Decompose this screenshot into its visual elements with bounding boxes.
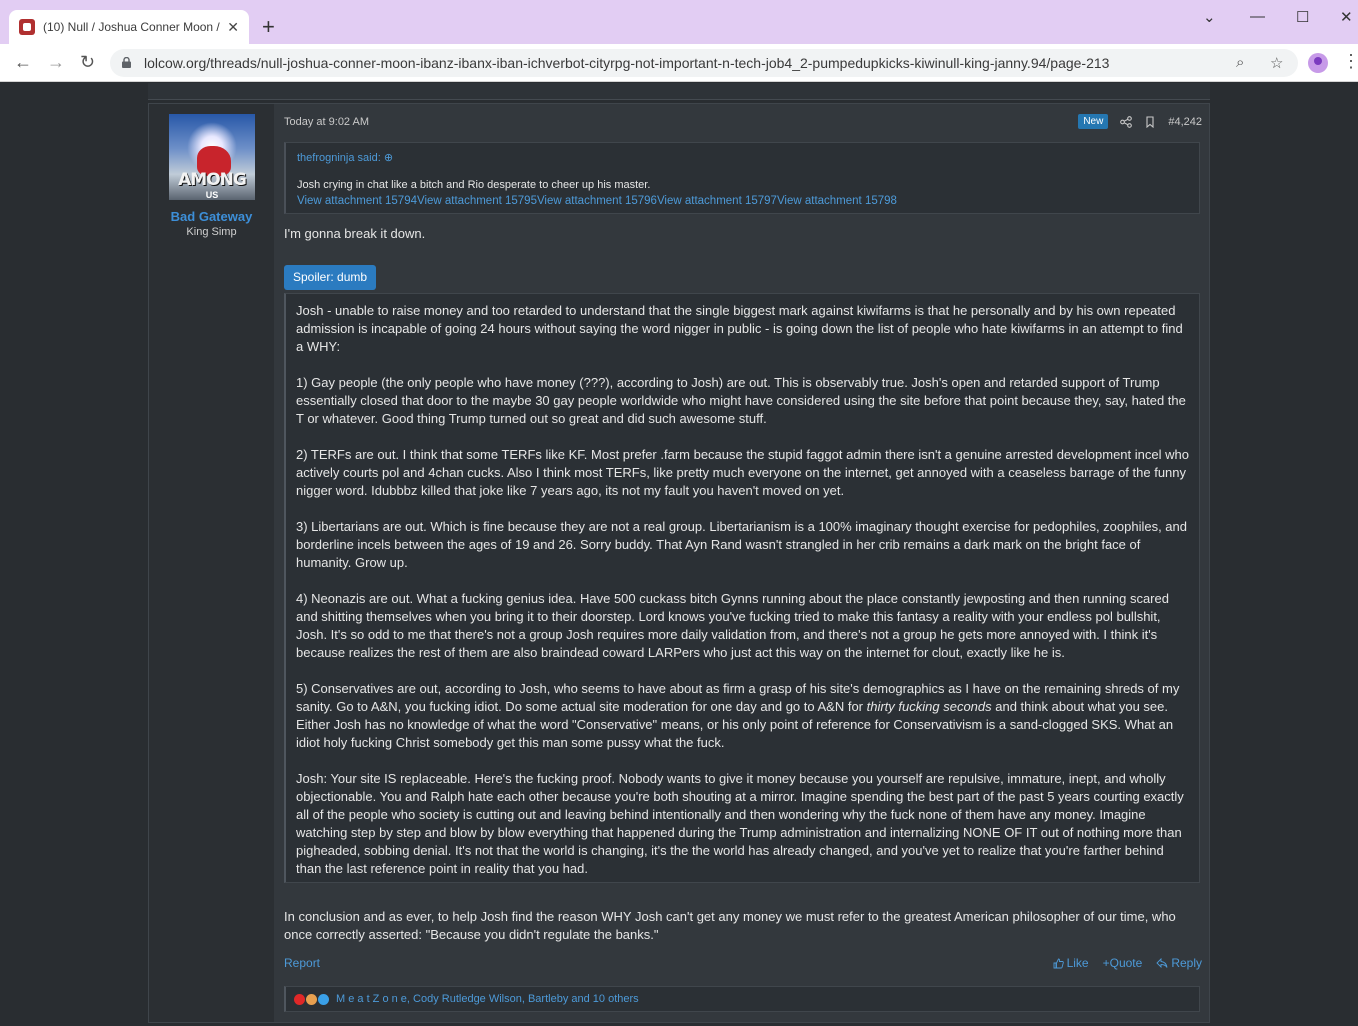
- post-number[interactable]: #4,242: [1168, 116, 1202, 128]
- bookmark-icon[interactable]: [1144, 115, 1156, 128]
- close-window-button[interactable]: ✕: [1340, 8, 1353, 26]
- forum-post: AMONG US Bad Gateway King Simp Today at …: [148, 103, 1210, 1023]
- report-link[interactable]: Report: [284, 956, 320, 970]
- bookmark-star-icon[interactable]: ☆: [1270, 54, 1283, 72]
- quote-block: thefrogninja said: ⊕ Josh crying in chat…: [284, 142, 1200, 214]
- new-badge: New: [1078, 114, 1109, 129]
- previous-post-edge: [148, 83, 1210, 100]
- heart-reaction-icon: [294, 993, 305, 1005]
- tab-search-chevron-icon[interactable]: ⌄: [1203, 8, 1216, 26]
- quote-header[interactable]: thefrogninja said: ⊕: [297, 151, 393, 164]
- post-body: Today at 9:02 AM New #4,242 thefrogninja…: [284, 104, 1202, 1022]
- maximize-button[interactable]: ☐: [1296, 8, 1309, 26]
- reply-label: Reply: [1171, 956, 1202, 970]
- quote-author: thefrogninja said:: [297, 152, 381, 164]
- quote-attachments: View attachment 15794View attachment 157…: [297, 195, 897, 207]
- spoiler-button[interactable]: Spoiler: dumb: [284, 265, 377, 290]
- spoiler-paragraph: 5) Conservatives are out, according to J…: [296, 680, 1189, 752]
- like-button[interactable]: Like: [1053, 956, 1089, 970]
- avatar-logo-text: AMONG: [178, 170, 247, 190]
- minimize-button[interactable]: —: [1250, 8, 1265, 25]
- reactions-list[interactable]: M e a t Z o n e, Cody Rutledge Wilson, B…: [336, 993, 639, 1005]
- tab-title: (10) Null / Joshua Conner Moon /: [43, 20, 220, 34]
- informative-reaction-icon: [318, 993, 329, 1005]
- post-footer-actions: Like +Quote Reply: [1053, 956, 1202, 970]
- reply-icon: [1156, 958, 1168, 968]
- attachment-link[interactable]: View attachment 15797: [657, 195, 777, 207]
- spoiler-content: Josh - unable to raise money and too ret…: [284, 293, 1200, 883]
- author-username[interactable]: Bad Gateway: [149, 209, 274, 224]
- quote-button[interactable]: +Quote: [1103, 956, 1143, 970]
- share-icon[interactable]: [1120, 115, 1133, 128]
- browser-toolbar: ← → ↻ lolcow.org/threads/null-joshua-con…: [0, 44, 1358, 82]
- browser-tab[interactable]: (10) Null / Joshua Conner Moon / ✕: [9, 10, 249, 44]
- post-user-column: AMONG US Bad Gateway King Simp: [149, 104, 274, 1022]
- spoiler-paragraph: 2) TERFs are out. I think that some TERF…: [296, 447, 1189, 498]
- url-text: lolcow.org/threads/null-joshua-conner-mo…: [144, 55, 1110, 71]
- profile-avatar-icon[interactable]: [1308, 53, 1328, 73]
- post-date[interactable]: Today at 9:02 AM: [284, 116, 369, 128]
- spoiler-paragraph: Josh: Your site IS replaceable. Here's t…: [296, 771, 1184, 876]
- tab-close-icon[interactable]: ✕: [227, 19, 239, 36]
- author-title: King Simp: [186, 226, 237, 238]
- back-button[interactable]: ←: [14, 52, 32, 72]
- spoiler-paragraph: 3) Libertarians are out. Which is fine b…: [296, 519, 1188, 570]
- forward-button[interactable]: →: [47, 52, 65, 72]
- reload-button[interactable]: ↻: [80, 52, 95, 72]
- lock-icon: [122, 57, 131, 68]
- attachment-link[interactable]: View attachment 15795: [417, 195, 537, 207]
- zoom-icon[interactable]: ⌕: [1236, 54, 1244, 71]
- like-label: Like: [1066, 956, 1089, 970]
- spoiler-paragraph: 1) Gay people (the only people who have …: [296, 375, 1186, 426]
- avatar-logo-subtext: US: [205, 190, 219, 200]
- attachment-link[interactable]: View attachment 15796: [537, 195, 657, 207]
- laugh-reaction-icon: [306, 993, 317, 1005]
- attachment-link[interactable]: View attachment 15794: [297, 195, 417, 207]
- post-intro-text: I'm gonna break it down.: [284, 226, 426, 241]
- new-tab-button[interactable]: +: [262, 16, 275, 38]
- browser-tabbar: (10) Null / Joshua Conner Moon / ✕ + ⌄ —…: [0, 0, 1358, 44]
- browser-menu-icon[interactable]: ⋮: [1342, 51, 1358, 72]
- reactions-bar: M e a t Z o n e, Cody Rutledge Wilson, B…: [284, 986, 1200, 1012]
- spoiler-paragraph: Josh - unable to raise money and too ret…: [296, 303, 1183, 354]
- user-avatar[interactable]: AMONG US: [169, 114, 255, 200]
- thumbs-up-icon: [1053, 958, 1064, 968]
- address-bar[interactable]: lolcow.org/threads/null-joshua-conner-mo…: [110, 49, 1298, 77]
- site-favicon-icon: [19, 19, 35, 35]
- italic-text: thirty fucking seconds: [866, 699, 992, 714]
- post-header-actions: New #4,242: [1078, 114, 1202, 129]
- attachment-link[interactable]: View attachment 15798: [777, 195, 897, 207]
- quote-text: Josh crying in chat like a bitch and Rio…: [297, 179, 651, 191]
- quote-jump-icon[interactable]: ⊕: [384, 152, 393, 164]
- reply-button[interactable]: Reply: [1156, 956, 1202, 970]
- spoiler-paragraph: 4) Neonazis are out. What a fucking geni…: [296, 591, 1169, 660]
- post-conclusion-text: In conclusion and as ever, to help Josh …: [284, 909, 1176, 942]
